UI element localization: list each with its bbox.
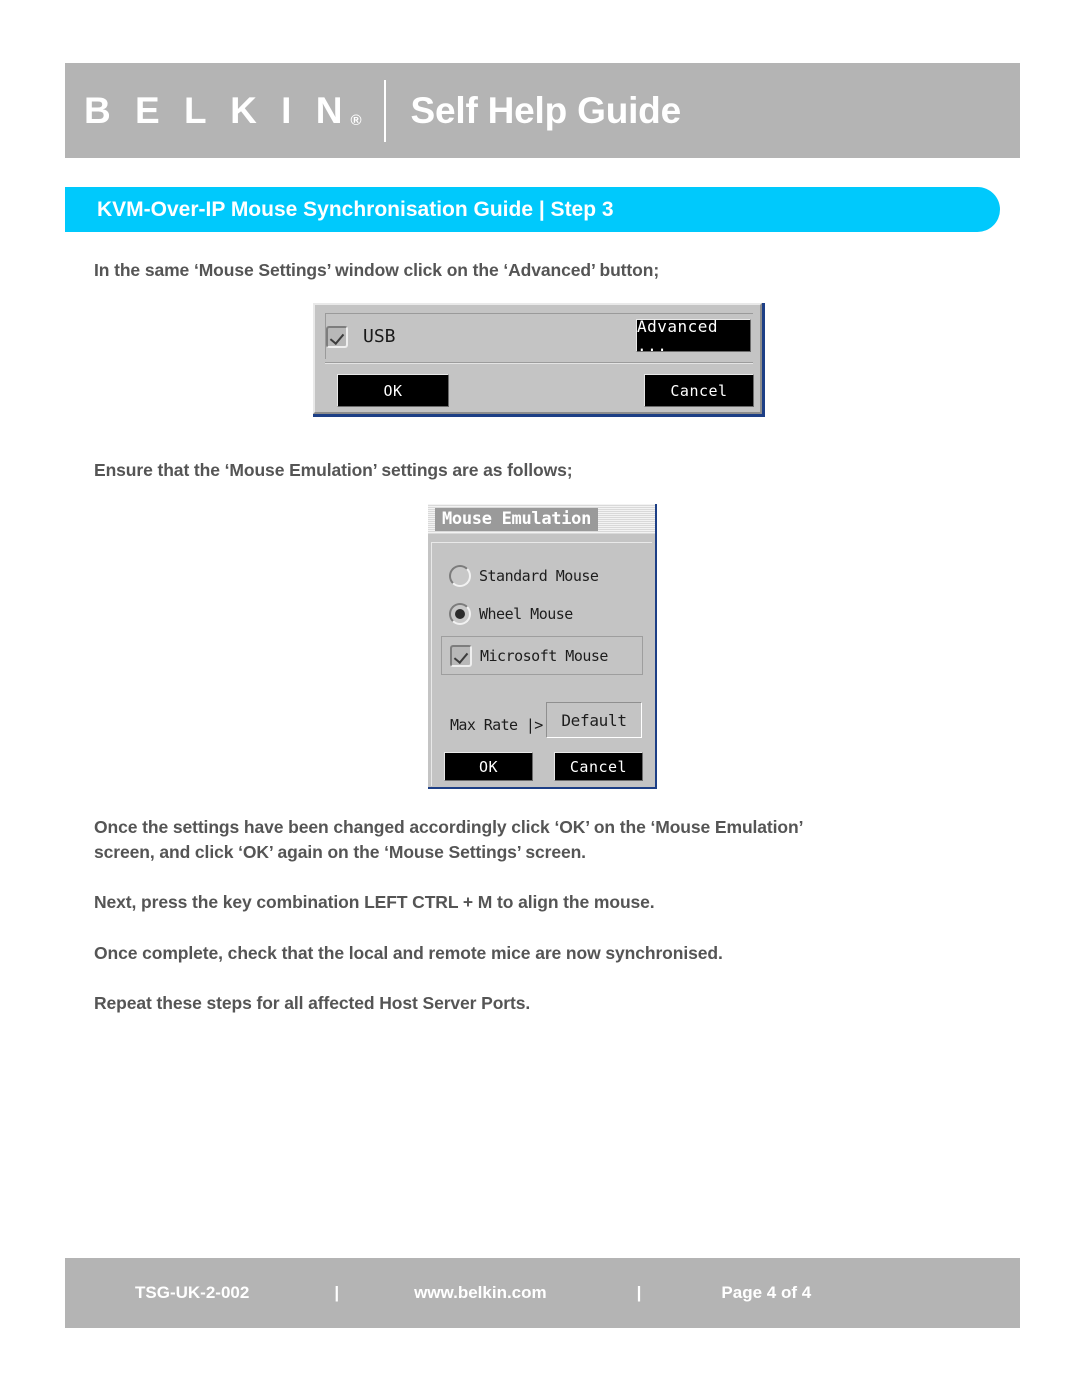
max-rate-label: Max Rate |> [450, 716, 543, 734]
usb-checkbox-label: USB [363, 326, 396, 347]
option-microsoft-mouse[interactable]: Microsoft Mouse [441, 636, 643, 675]
dialog-divider [325, 362, 753, 364]
footer-separator: | [636, 1283, 642, 1302]
page-header: B E L K I N ® Self Help Guide [65, 63, 1020, 158]
banner-label: KVM-Over-IP Mouse Synchronisation Guide … [97, 197, 614, 221]
instruction-paragraph-3: Once the settings have been changed acco… [94, 817, 804, 862]
footer-document-code: TSG-UK-2-002 [135, 1283, 250, 1302]
footer-website-link[interactable]: www.belkin.com [414, 1283, 547, 1303]
dialog-title: Mouse Emulation [435, 507, 599, 531]
checkbox-checked-icon[interactable] [326, 325, 348, 348]
belkin-logo: B E L K I N ® [84, 92, 362, 129]
option-label-microsoft-mouse: Microsoft Mouse [480, 646, 608, 665]
instruction-paragraph-1: In the same ‘Mouse Settings’ window clic… [94, 260, 660, 280]
registered-trademark-icon: ® [350, 112, 362, 129]
dialog-client-area: Standard Mouse Wheel Mouse Microsoft Mou… [431, 542, 652, 786]
section-banner: KVM-Over-IP Mouse Synchronisation Guide … [65, 187, 1000, 232]
ok-button[interactable]: OK [444, 752, 533, 781]
advanced-button[interactable]: Advanced ... [636, 317, 751, 355]
document-page: B E L K I N ® Self Help Guide KVM-Over-IP… [0, 0, 1080, 1397]
instruction-paragraph-4: Next, press the key combination LEFT CTR… [94, 892, 655, 912]
dialog-inner-frame: USB Advanced ... OK Cancel [313, 303, 762, 414]
mouse-emulation-dialog-screenshot: Mouse Emulation Standard Mouse Wheel Mou… [428, 504, 657, 789]
cancel-button[interactable]: Cancel [554, 752, 643, 781]
instruction-paragraph-5: Once complete, check that the local and … [94, 943, 723, 963]
radio-selected-icon[interactable] [449, 603, 471, 625]
instruction-paragraph-6: Repeat these steps for all affected Host… [94, 993, 531, 1013]
option-standard-mouse[interactable]: Standard Mouse [449, 565, 599, 587]
mouse-settings-dialog-screenshot: USB Advanced ... OK Cancel [313, 303, 765, 417]
dialog-titlebar: Mouse Emulation [428, 504, 655, 534]
footer-page-number: Page 4 of 4 [721, 1283, 812, 1302]
page-title: Self Help Guide [410, 90, 682, 131]
option-label-standard-mouse: Standard Mouse [479, 567, 599, 585]
checkbox-checked-icon[interactable] [450, 644, 472, 667]
option-label-wheel-mouse: Wheel Mouse [479, 605, 573, 623]
option-wheel-mouse[interactable]: Wheel Mouse [449, 603, 573, 625]
radio-unselected-icon[interactable] [449, 565, 471, 587]
page-footer: TSG-UK-2-002 | www.belkin.com | Page 4 o… [65, 1258, 1020, 1328]
default-button[interactable]: Default [546, 702, 642, 738]
cancel-button[interactable]: Cancel [644, 374, 754, 407]
header-divider [383, 79, 386, 142]
footer-separator: | [334, 1283, 340, 1302]
instruction-paragraph-2: Ensure that the ‘Mouse Emulation’ settin… [94, 460, 573, 480]
ok-button[interactable]: OK [337, 374, 449, 407]
brand-wordmark: B E L K I N [84, 90, 350, 131]
